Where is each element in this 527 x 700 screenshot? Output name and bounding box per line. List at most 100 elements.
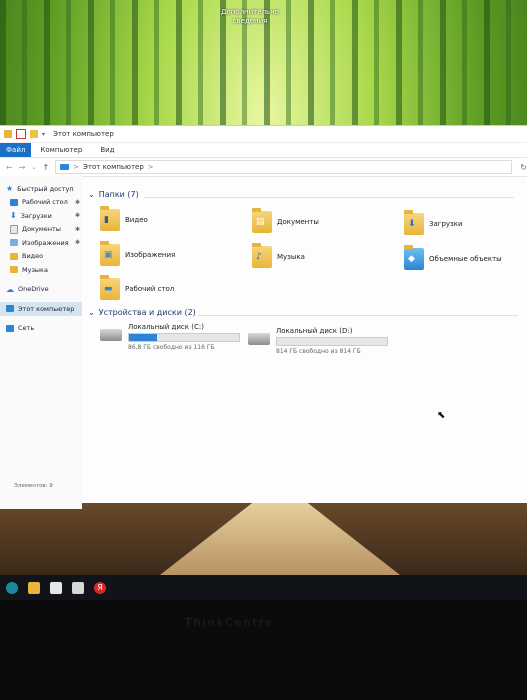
sidebar-item-network[interactable]: Сеть	[0, 322, 82, 336]
sidebar-item-label: Рабочий стол	[22, 198, 68, 207]
hard-drive-icon	[100, 329, 122, 341]
ribbon-tab-computer[interactable]: Компьютер	[31, 143, 91, 157]
properties-icon[interactable]	[16, 129, 26, 139]
pictures-folder-icon: ▣	[100, 241, 120, 266]
sidebar-item-label: Быстрый доступ	[17, 184, 74, 193]
sidebar-item-label: Музыка	[22, 265, 48, 274]
sidebar-item-label: OneDrive	[18, 285, 49, 294]
forward-arrow-icon[interactable]: →	[19, 163, 26, 172]
documents-folder-icon: ▤	[252, 208, 272, 233]
edge-icon[interactable]	[6, 581, 18, 594]
computer-icon	[60, 164, 70, 170]
folder-3d-objects[interactable]: ◆ Объемные объекты	[404, 245, 502, 270]
sidebar-item-music[interactable]: Музыка	[0, 263, 82, 277]
drive-free-space: 86,8 ГБ свободно из 116 ГБ	[128, 344, 215, 351]
sidebar-item-pictures[interactable]: Изображения ✱	[0, 236, 82, 250]
file-explorer-icon[interactable]	[28, 581, 40, 594]
recent-chevron-icon[interactable]: ⌄	[31, 164, 36, 171]
drive-c[interactable]: Локальный диск (C:) 86,8 ГБ свободно из …	[100, 323, 240, 351]
breadcrumb-separator: >	[73, 163, 80, 171]
music-icon	[10, 266, 18, 274]
folder-label: Рабочий стол	[125, 285, 175, 293]
sidebar-item-video[interactable]: Видео	[0, 250, 82, 264]
documents-icon	[10, 224, 18, 234]
pin-icon[interactable]: ✱	[75, 199, 80, 206]
section-folders-header[interactable]: ⌄ Папки (7)	[88, 190, 139, 199]
sidebar-item-documents[interactable]: Документы ✱	[0, 223, 82, 237]
breadcrumb-this-pc[interactable]: Этот компьютер	[83, 163, 144, 171]
desktop-folder-icon: ▬	[100, 275, 120, 300]
title-bar: ▾ Этот компьютер	[0, 126, 527, 143]
pin-icon[interactable]: ✱	[75, 239, 80, 246]
ribbon: Файл Компьютер Вид	[0, 143, 527, 158]
folder-music[interactable]: ♪ Музыка	[252, 243, 305, 268]
sidebar-item-downloads[interactable]: ⬇ Загрузки ✱	[0, 209, 82, 223]
folder-label: Изображения	[125, 251, 176, 259]
monitor-brand-logo: ThinkCentre	[185, 616, 274, 629]
music-folder-icon: ♪	[252, 243, 272, 268]
star-icon: ★	[6, 184, 14, 194]
folder-desktop[interactable]: ▬ Рабочий стол	[100, 275, 175, 300]
drive-d[interactable]: Локальный диск (D:) 814 ГБ свободно из 8…	[248, 327, 388, 355]
folder-downloads[interactable]: ⬇ Загрузки	[404, 210, 463, 235]
quick-access-toolbar-chevron-icon[interactable]: ▾	[42, 131, 45, 138]
drive-free-space: 814 ГБ свободно из 814 ГБ	[276, 348, 361, 355]
explorer-window: ▾ Этот компьютер Файл Компьютер Вид ← → …	[0, 125, 527, 509]
section-drives-header[interactable]: ⌄ Устройства и диски (2)	[88, 308, 196, 317]
window-body: ★ Быстрый доступ Рабочий стол ✱ ⬇ Загруз…	[0, 176, 527, 509]
refresh-icon[interactable]: ↻	[520, 163, 527, 172]
folder-documents[interactable]: ▤ Документы	[252, 208, 319, 233]
yandex-browser-icon[interactable]: Я	[94, 581, 106, 594]
pin-icon[interactable]: ✱	[75, 226, 80, 233]
desktop-icon-label[interactable]: Дополнительно сведения	[220, 8, 280, 26]
folder-small-icon	[4, 130, 12, 138]
section-folders-title: Папки (7)	[98, 190, 139, 199]
folder-label: Документы	[277, 218, 319, 226]
drive-info: Локальный диск (C:) 86,8 ГБ свободно из …	[128, 323, 240, 351]
ribbon-tab-view[interactable]: Вид	[91, 143, 123, 157]
folder-pictures[interactable]: ▣ Изображения	[100, 241, 176, 266]
network-icon	[6, 324, 14, 332]
navigation-pane: ★ Быстрый доступ Рабочий стол ✱ ⬇ Загруз…	[0, 176, 82, 509]
downloads-folder-icon: ⬇	[404, 210, 424, 235]
section-drives-title: Устройства и диски (2)	[98, 308, 196, 317]
folder-label: Объемные объекты	[429, 255, 502, 263]
download-icon: ⬇	[10, 211, 17, 221]
sidebar-item-label: Документы	[22, 225, 61, 234]
breadcrumb-separator-end[interactable]: >	[148, 163, 154, 171]
drive-usage-bar	[128, 333, 240, 342]
address-field[interactable]: > Этот компьютер >	[55, 160, 513, 174]
sidebar-item-onedrive[interactable]: ☁ OneDrive	[0, 283, 82, 297]
cloud-icon: ☁	[6, 284, 14, 294]
up-arrow-icon[interactable]: ↑	[42, 163, 49, 172]
drive-name: Локальный диск (D:)	[276, 327, 353, 335]
section-divider	[198, 315, 518, 316]
section-divider	[144, 197, 514, 198]
drive-usage-bar	[276, 337, 388, 346]
window-title: Этот компьютер	[53, 130, 114, 138]
sidebar-item-desktop[interactable]: Рабочий стол ✱	[0, 196, 82, 210]
computer-icon	[6, 305, 14, 313]
sidebar-item-label: Этот компьютер	[18, 304, 75, 313]
new-folder-icon[interactable]	[30, 130, 38, 138]
ribbon-file-tab[interactable]: Файл	[0, 143, 32, 157]
mail-icon[interactable]	[72, 581, 84, 594]
video-folder-icon: ▮	[100, 206, 120, 231]
back-arrow-icon[interactable]: ←	[6, 163, 13, 172]
pin-icon[interactable]: ✱	[75, 212, 80, 219]
address-bar: ← → ⌄ ↑ > Этот компьютер > ↻	[0, 158, 527, 177]
folder-label: Видео	[125, 216, 148, 224]
store-icon[interactable]	[50, 581, 62, 594]
3d-objects-folder-icon: ◆	[404, 245, 424, 270]
monitor-bezel	[0, 600, 527, 700]
sidebar-item-label: Изображения	[22, 238, 69, 247]
sidebar-item-quick-access[interactable]: ★ Быстрый доступ	[0, 182, 82, 196]
video-icon	[10, 252, 18, 260]
pictures-icon	[10, 239, 18, 247]
sidebar-item-label: Видео	[22, 252, 44, 261]
folder-video[interactable]: ▮ Видео	[100, 206, 148, 231]
drive-usage-fill	[129, 334, 157, 341]
folder-label: Загрузки	[429, 220, 463, 228]
sidebar-item-this-pc[interactable]: Этот компьютер	[0, 302, 82, 316]
content-area: ⌄ Папки (7) ▮ Видео ▤ Документы ⬇ Загруз…	[82, 176, 527, 503]
